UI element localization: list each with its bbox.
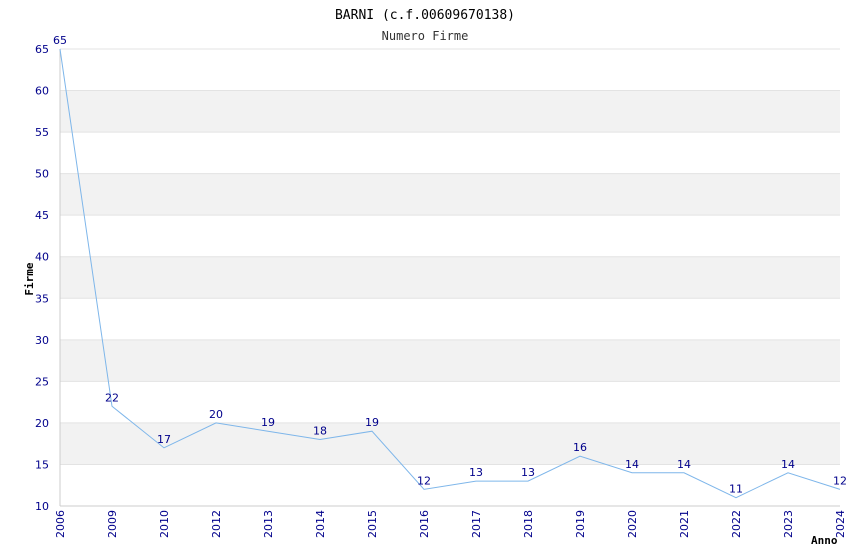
x-tick-labels: 2006 2009 2010 2012 2013 2014 2015 2016 2017 2018… xyxy=(54,510,847,538)
data-label: 22 xyxy=(105,391,119,404)
data-label: 20 xyxy=(209,408,223,421)
y-tick-label: 40 xyxy=(35,251,49,264)
y-tick-label: 25 xyxy=(35,375,49,388)
x-tick-label: 2014 xyxy=(314,510,327,538)
y-tick-label: 55 xyxy=(35,126,49,139)
x-tick-label: 2009 xyxy=(106,510,119,538)
data-label: 19 xyxy=(365,416,379,429)
y-tick-label: 15 xyxy=(35,458,49,471)
data-label: 19 xyxy=(261,416,275,429)
y-tick-label: 60 xyxy=(35,85,49,98)
x-tick-label: 2013 xyxy=(262,510,275,538)
x-tick-label: 2010 xyxy=(158,510,171,538)
data-label: 12 xyxy=(417,474,431,487)
x-tick-label: 2021 xyxy=(678,510,691,538)
data-label: 13 xyxy=(469,466,483,479)
x-tick-label: 2017 xyxy=(470,510,483,538)
x-tick-label: 2022 xyxy=(730,510,743,538)
grid-band xyxy=(60,173,840,216)
y-tick-label: 10 xyxy=(35,500,49,513)
data-label: 17 xyxy=(157,433,171,446)
x-tick-label: 2016 xyxy=(418,510,431,538)
x-tick-label: 2019 xyxy=(574,510,587,538)
grid-band xyxy=(60,339,840,382)
y-tick-label: 30 xyxy=(35,334,49,347)
x-axis-label: Anno xyxy=(811,534,838,547)
y-tick-label: 50 xyxy=(35,168,49,181)
data-label: 18 xyxy=(313,425,327,438)
data-label: 14 xyxy=(677,458,691,471)
x-tick-label: 2015 xyxy=(366,510,379,538)
data-label: 65 xyxy=(53,34,67,47)
x-tick-label: 2006 xyxy=(54,510,67,538)
grid-band xyxy=(60,49,840,91)
data-label: 14 xyxy=(625,458,639,471)
y-tick-label: 45 xyxy=(35,209,49,222)
grid-band xyxy=(60,90,840,133)
data-label: 13 xyxy=(521,466,535,479)
chart-title: BARNI (c.f.00609670138) xyxy=(335,8,515,23)
grid-band xyxy=(60,298,840,340)
chart-subtitle: Numero Firme xyxy=(382,29,469,43)
x-tick-label: 2020 xyxy=(626,510,639,538)
line-chart: BARNI (c.f.00609670138) Numero Firme 101… xyxy=(23,8,847,547)
grid-band xyxy=(60,132,840,174)
grid-band xyxy=(60,215,840,257)
y-axis-label: Firme xyxy=(23,262,36,295)
data-label: 12 xyxy=(833,474,847,487)
data-label: 11 xyxy=(729,483,743,496)
data-label: 14 xyxy=(781,458,795,471)
grid-band xyxy=(60,381,840,423)
y-tick-label: 65 xyxy=(35,43,49,56)
grid-band xyxy=(60,422,840,465)
x-tick-label: 2018 xyxy=(522,510,535,538)
grid-band xyxy=(60,256,840,299)
data-label: 16 xyxy=(573,441,587,454)
y-tick-labels: 10 15 20 25 30 35 40 45 50 55 60 65 xyxy=(35,43,49,513)
y-tick-label: 35 xyxy=(35,292,49,305)
y-tick-label: 20 xyxy=(35,417,49,430)
x-tick-label: 2023 xyxy=(782,510,795,538)
x-tick-label: 2012 xyxy=(210,510,223,538)
grid-bands xyxy=(60,49,840,506)
